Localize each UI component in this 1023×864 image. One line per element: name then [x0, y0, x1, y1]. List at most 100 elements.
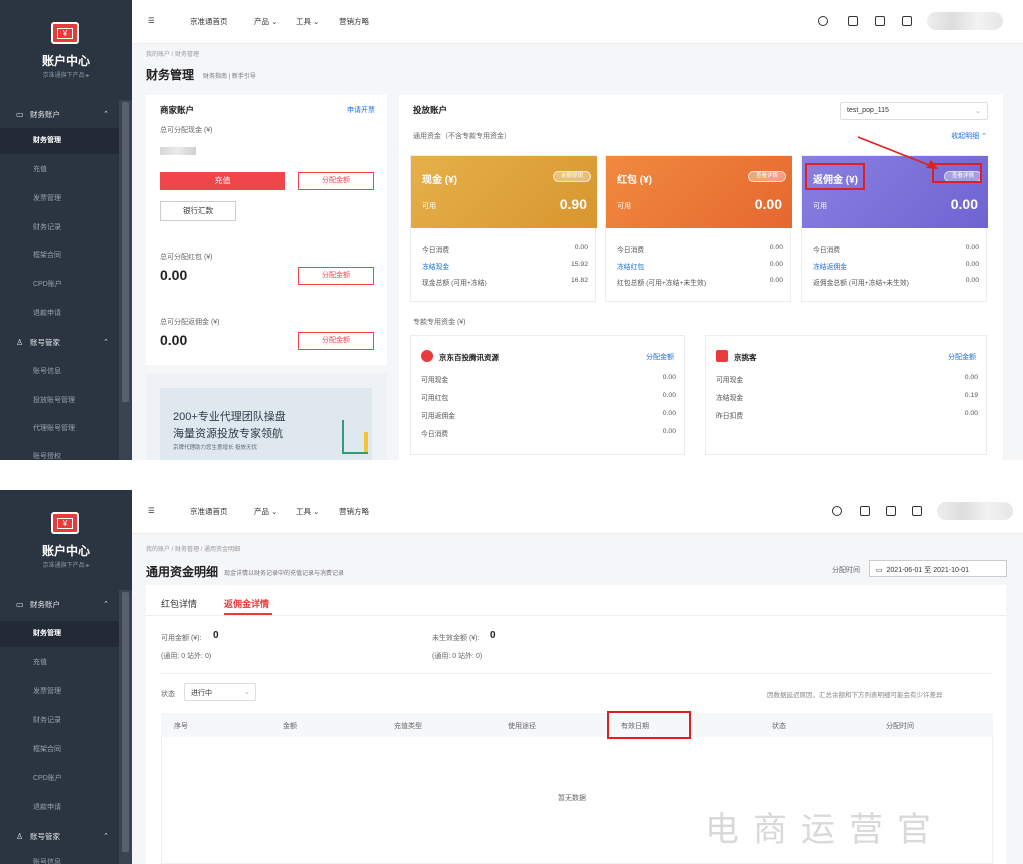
screen-icon[interactable] [902, 16, 912, 26]
account-select-value: test_pop_115 [847, 107, 889, 114]
sidebar-item-account-info[interactable]: 账号信息 [0, 359, 119, 385]
tab-rebate-detail[interactable]: 返佣金详情 [224, 597, 269, 610]
logo-icon: ¥ [51, 512, 79, 534]
sidebar-item-contract[interactable]: 框架合同 [0, 243, 119, 269]
row-value: 0.00 [769, 277, 783, 284]
sidebar-item-records[interactable]: 财务记录 [0, 708, 119, 734]
blurred-amount [160, 147, 196, 155]
sidebar-item-invoice[interactable]: 发票管理 [0, 186, 119, 212]
sidebar-group-label: 财务账户 [30, 110, 60, 119]
message-icon[interactable] [860, 506, 870, 516]
sidebar-scrollbar[interactable] [119, 590, 132, 864]
nav-product[interactable]: 产品 ⌄ [254, 506, 277, 517]
nav-strategy[interactable]: 营销方略 [339, 506, 369, 517]
row-value: 0.00 [965, 244, 979, 251]
status-filter-label: 状态 [161, 691, 175, 698]
jd-allocate-link[interactable]: 分配金额 [646, 352, 674, 362]
download-icon[interactable] [875, 16, 885, 26]
sidebar-item-invoice[interactable]: 发票管理 [0, 679, 119, 705]
sidebar-item-finance-mgmt[interactable]: 财务管理 [0, 128, 119, 154]
sidebar-item-ad-accounts[interactable]: 投放账号管理 [0, 388, 119, 414]
sidebar-item-refund[interactable]: 退款申请 [0, 301, 119, 327]
row-label: 红包总额 (可用+冻结+未生效) [617, 280, 707, 287]
sidebar-item-records[interactable]: 财务记录 [0, 215, 119, 241]
tab-redpacket-detail[interactable]: 红包详情 [161, 597, 197, 610]
sidebar-item-cpd[interactable]: CPD账户 [0, 272, 119, 298]
apply-invoice-link[interactable]: 申请开票 [347, 105, 375, 115]
sidebar-item-account-info[interactable]: 账号信息 [0, 850, 119, 864]
date-separator: 至 [924, 567, 932, 574]
sidebar-item-contract[interactable]: 框架合同 [0, 737, 119, 763]
sidebar-group-finance[interactable]: ▭ 财务账户 ⌃ [0, 102, 119, 128]
jtk-card: 京挑客 分配金额 可用现金 0.00 冻结现金 0.19 昨日扣费 0.00 [705, 335, 987, 455]
sidebar-item-agent-accounts[interactable]: 代理账号管理 [0, 416, 119, 442]
row-value: 0.00 [662, 392, 676, 399]
total-cash-label: 总可分配现金 (¥) [160, 127, 213, 134]
sidebar-item-recharge[interactable]: 充值 [0, 650, 119, 676]
sidebar-group-account[interactable]: ♙ 账号管家 ⌃ [0, 330, 119, 356]
cash-available-label: 可用 [422, 203, 436, 210]
sidebar-subtitle[interactable]: 京准通旗下产品 ▸ [0, 70, 132, 79]
row-value: 16.82 [570, 277, 588, 284]
user-avatar-blurred[interactable] [937, 502, 1013, 520]
top-bar: ☰ 京准通首页 产品 ⌄ 工具 ⌄ 营销方略 [132, 490, 1023, 534]
allocate-rebate-button[interactable]: 分配金额 [298, 332, 374, 350]
nav-tools[interactable]: 工具 ⌄ [296, 506, 319, 517]
recharge-button[interactable]: 充值 [160, 172, 285, 190]
row-label: 昨日扣费 [716, 413, 744, 420]
empty-table-message: 暂无数据 [558, 795, 586, 802]
allocate-redpacket-button[interactable]: 分配金额 [298, 267, 374, 285]
data-delay-notice: 因数据延迟原因，汇总余额和下方列表明细可能会有少许差异 [767, 692, 943, 699]
frozen-rebate-link[interactable]: 冻结返佣金 [813, 264, 847, 271]
graduation-icon[interactable] [818, 16, 828, 26]
date-range-picker[interactable]: ▭ 2021-06-01 至 2021-10-01 [869, 560, 1007, 577]
sidebar-group-finance[interactable]: ▭ 财务账户 ⌃ [0, 592, 119, 618]
jtk-name: 京挑客 [734, 353, 757, 362]
user-avatar-blurred[interactable] [927, 12, 1003, 30]
nav-strategy[interactable]: 营销方略 [339, 16, 369, 27]
nav-home[interactable]: 京准通首页 [190, 506, 228, 517]
sidebar-item-authorize[interactable]: 账号授权 [0, 444, 119, 460]
nav-tools[interactable]: 工具 ⌄ [296, 16, 319, 27]
general-funds-label: 通用资金（不含专款专用资金） [413, 133, 511, 140]
sidebar-item-refund[interactable]: 退款申请 [0, 795, 119, 821]
frozen-redpacket-link[interactable]: 冻结红包 [617, 264, 644, 271]
date-from: 2021-06-01 [886, 567, 923, 574]
menu-icon[interactable]: ☰ [148, 506, 155, 515]
screen-icon[interactable] [912, 506, 922, 516]
ad-account-header: 投放账户 [413, 105, 448, 115]
sidebar-item-recharge[interactable]: 充值 [0, 157, 119, 183]
collapse-details-link[interactable]: 收起明细 ⌃ [951, 131, 987, 141]
date-to: 2021-10-01 [933, 567, 970, 574]
cash-withdraw-button[interactable]: 余额提现 [553, 171, 591, 182]
column-header: 状态 [772, 723, 786, 730]
graduation-icon[interactable] [832, 506, 842, 516]
bank-transfer-button[interactable]: 银行汇款 [160, 201, 236, 221]
status-select[interactable]: 进行中 ⌄ [184, 683, 256, 701]
menu-icon[interactable]: ☰ [148, 16, 155, 25]
sidebar-scrollbar[interactable] [119, 100, 132, 460]
scrollbar-thumb[interactable] [122, 102, 129, 402]
account-select[interactable]: test_pop_115 ⌄ [840, 102, 988, 120]
jd-resource-name: 京东百投腾讯资源 [439, 353, 499, 362]
redpacket-details-button[interactable]: 查看详情 [748, 171, 786, 182]
message-icon[interactable] [848, 16, 858, 26]
row-label: 现金总额 (可用+冻结) [422, 280, 487, 287]
chevron-up-icon: ⌃ [103, 339, 109, 346]
sidebar-subtitle[interactable]: 京准通旗下产品 ▸ [0, 560, 132, 569]
scrollbar-thumb[interactable] [122, 592, 129, 852]
jtk-row: 昨日扣费 0.00 [716, 410, 978, 420]
sidebar-group-account[interactable]: ♙ 账号管家 ⌃ [0, 824, 119, 850]
sidebar-title: 账户中心 [41, 54, 90, 68]
sidebar-item-finance-mgmt[interactable]: 财务管理 [0, 621, 119, 647]
sidebar-item-cpd[interactable]: CPD账户 [0, 766, 119, 792]
nav-home[interactable]: 京准通首页 [190, 16, 228, 27]
download-icon[interactable] [886, 506, 896, 516]
jtk-allocate-link[interactable]: 分配金额 [948, 352, 976, 362]
breadcrumb: 我的账户 / 财务管理 / 通用资金明细 [146, 547, 241, 553]
nav-product[interactable]: 产品 ⌄ [254, 16, 277, 27]
allocate-cash-button[interactable]: 分配金额 [298, 172, 374, 190]
frozen-cash-link[interactable]: 冻结现金 [422, 264, 449, 271]
agent-banner[interactable]: 200+专业代理团队操盘 海量资源投放专家领航 京牌代理助力您生意增长 投放无忧 [146, 374, 387, 460]
page-guide-links[interactable]: 财务指南 | 新手引导 [203, 71, 256, 80]
